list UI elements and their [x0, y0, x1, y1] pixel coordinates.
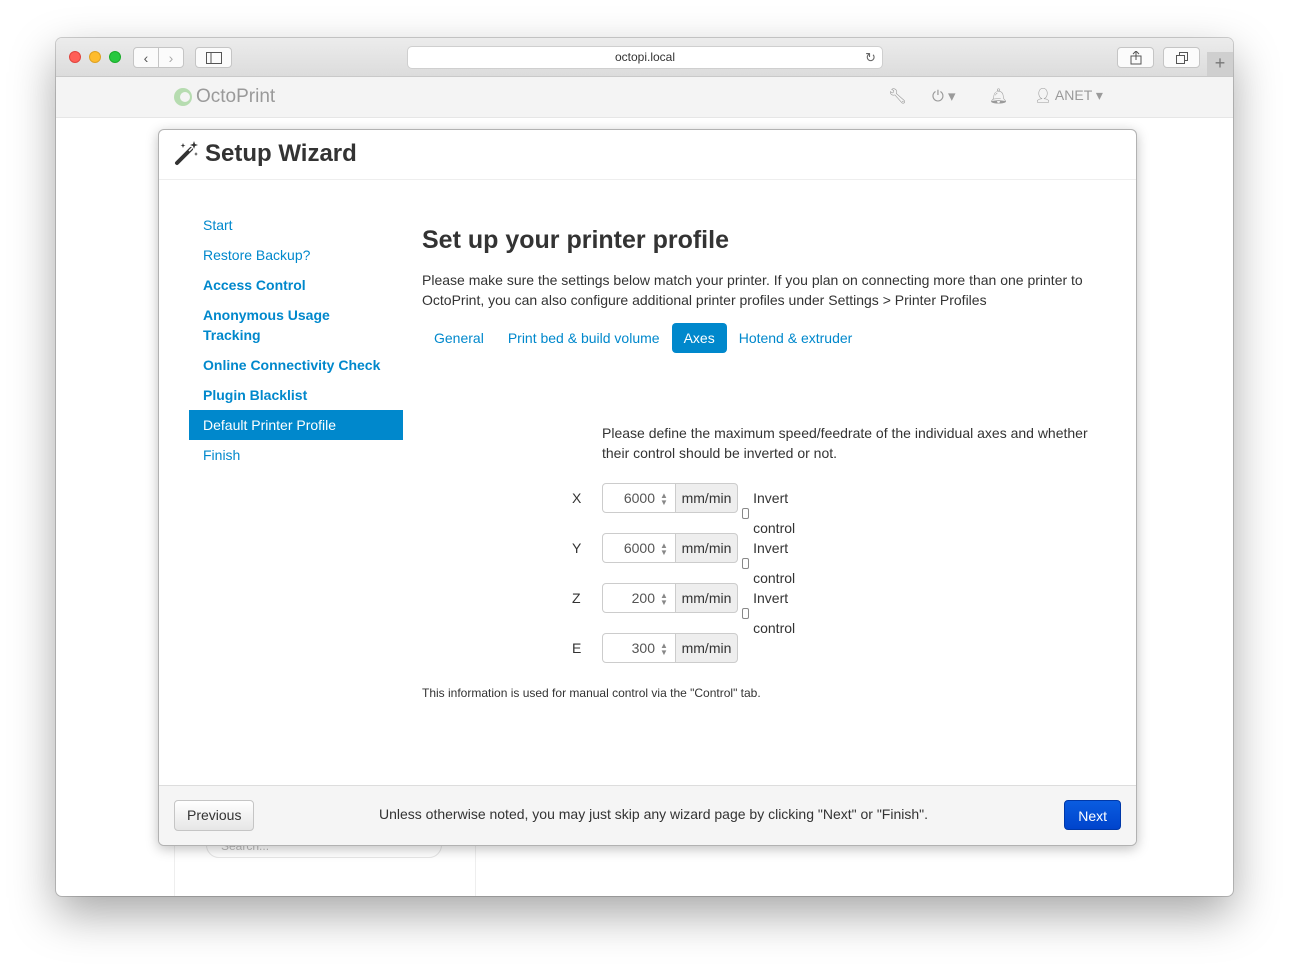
sidebar-icon [205, 51, 222, 64]
input-value: 300 [631, 640, 655, 656]
unit-addon: mm/min [675, 533, 738, 563]
axis-z-invert-checkbox[interactable]: Invert control [742, 583, 799, 643]
user-icon: 👤︎ [1034, 87, 1052, 103]
wrench-icon[interactable]: 🔧︎ [888, 87, 907, 105]
octoprint-brand[interactable]: OctoPrint [174, 86, 275, 108]
reload-icon[interactable]: ↻ [865, 47, 876, 68]
browser-titlebar: ‹ › octopi.local ↻ + [56, 38, 1233, 77]
page-heading: Set up your printer profile [422, 226, 729, 254]
brand-name: OctoPrint [196, 86, 276, 107]
user-name: ANET [1054, 87, 1092, 103]
chevron-left-icon: ‹ [143, 49, 149, 66]
wizard-step-default-printer-profile[interactable]: Default Printer Profile [189, 410, 403, 440]
forward-button[interactable]: › [158, 47, 184, 68]
share-button[interactable] [1117, 47, 1154, 68]
checkbox[interactable] [742, 607, 750, 619]
axis-label: E [572, 640, 582, 656]
close-window-button[interactable] [69, 51, 81, 63]
axis-label: Z [572, 590, 581, 606]
axis-label: X [572, 490, 582, 506]
wizard-step-access-control[interactable]: Access Control [189, 270, 403, 300]
wizard-step-finish[interactable]: Finish [189, 440, 403, 470]
minimize-window-button[interactable] [89, 51, 101, 63]
address-bar[interactable]: octopi.local ↻ [407, 46, 883, 69]
axes-description: Please define the maximum speed/feedrate… [602, 425, 1088, 461]
input-value: 6000 [623, 540, 655, 556]
unit-addon: mm/min [675, 483, 738, 513]
new-tab-button[interactable]: + [1207, 52, 1233, 76]
unit-addon: mm/min [675, 583, 738, 613]
wizard-sidebar: Start Restore Backup? Access Control Ano… [189, 210, 403, 470]
wizard-step-start[interactable]: Start [189, 210, 403, 240]
modal-footer: Previous Unless otherwise noted, you may… [159, 785, 1136, 845]
axis-x-speed-input[interactable]: 6000 ▲ ▼ [602, 483, 676, 513]
tab-general[interactable]: General [422, 323, 496, 353]
stepper-icon[interactable]: ▲ ▼ [660, 592, 668, 607]
sidebar-toggle-button[interactable] [195, 47, 232, 68]
next-button[interactable]: Next [1064, 800, 1121, 830]
checkbox[interactable] [742, 507, 750, 519]
input-value: 6000 [623, 490, 655, 506]
modal-title: Setup Wizard [205, 140, 357, 167]
wizard-step-online-connectivity-check[interactable]: Online Connectivity Check [189, 350, 403, 380]
wizard-step-plugin-blacklist[interactable]: Plugin Blacklist [189, 380, 403, 410]
url-text: octopi.local [614, 50, 676, 64]
wizard-content: Set up your printer profile Please make … [422, 210, 1112, 700]
axis-z-speed-input[interactable]: 200 ▲ ▼ [602, 583, 676, 613]
stepper-icon[interactable]: ▲ ▼ [660, 642, 668, 657]
axis-e-speed-input[interactable]: 300 ▲ ▼ [602, 633, 676, 663]
plus-icon: + [1214, 53, 1226, 73]
tabs-overview-button[interactable] [1163, 47, 1200, 68]
control-note: This information is used for manual cont… [422, 686, 761, 700]
chevron-right-icon: › [168, 49, 174, 66]
tabs-icon [1175, 51, 1188, 64]
invert-label: Invert control [753, 590, 796, 636]
octoprint-navbar: OctoPrint 🔧︎ ⏻ ▾ 🔔︎ 👤︎ ANET ▾ [56, 77, 1233, 118]
zoom-window-button[interactable] [109, 51, 121, 63]
wizard-step-anonymous-usage-tracking[interactable]: Anonymous Usage Tracking [189, 300, 403, 350]
magic-wand-icon [175, 141, 198, 165]
tab-print-bed[interactable]: Print bed & build volume [496, 323, 672, 353]
wizard-step-restore-backup[interactable]: Restore Backup? [189, 240, 403, 270]
stepper-icon[interactable]: ▲ ▼ [660, 542, 668, 557]
caret-down-icon: ▾ [1095, 87, 1103, 103]
axis-label: Y [572, 540, 582, 556]
setup-wizard-modal: Setup Wizard Start Restore Backup? Acces… [158, 129, 1137, 846]
stepper-icon[interactable]: ▲ ▼ [660, 492, 668, 507]
previous-button[interactable]: Previous [174, 800, 255, 831]
power-icon[interactable]: ⏻ ▾ [932, 87, 956, 105]
intro-text: Please make sure the settings below matc… [422, 272, 1083, 308]
bell-icon[interactable]: 🔔︎ [989, 87, 1008, 105]
modal-header: Setup Wizard [159, 130, 1136, 180]
axis-y-speed-input[interactable]: 6000 ▲ ▼ [602, 533, 676, 563]
unit-addon: mm/min [675, 633, 738, 663]
share-icon [1130, 50, 1141, 64]
tab-hotend-extruder[interactable]: Hotend & extruder [727, 323, 865, 353]
input-value: 200 [631, 590, 655, 606]
tab-axes[interactable]: Axes [671, 323, 727, 353]
footer-hint: Unless otherwise noted, you may just ski… [379, 806, 929, 822]
checkbox[interactable] [742, 557, 750, 569]
back-button[interactable]: ‹ [133, 47, 159, 68]
user-menu[interactable]: 👤︎ ANET ▾ [1034, 87, 1103, 104]
profile-tabs: General Print bed & build volume Axes Ho… [422, 323, 1112, 353]
octoprint-logo-icon [174, 88, 192, 106]
